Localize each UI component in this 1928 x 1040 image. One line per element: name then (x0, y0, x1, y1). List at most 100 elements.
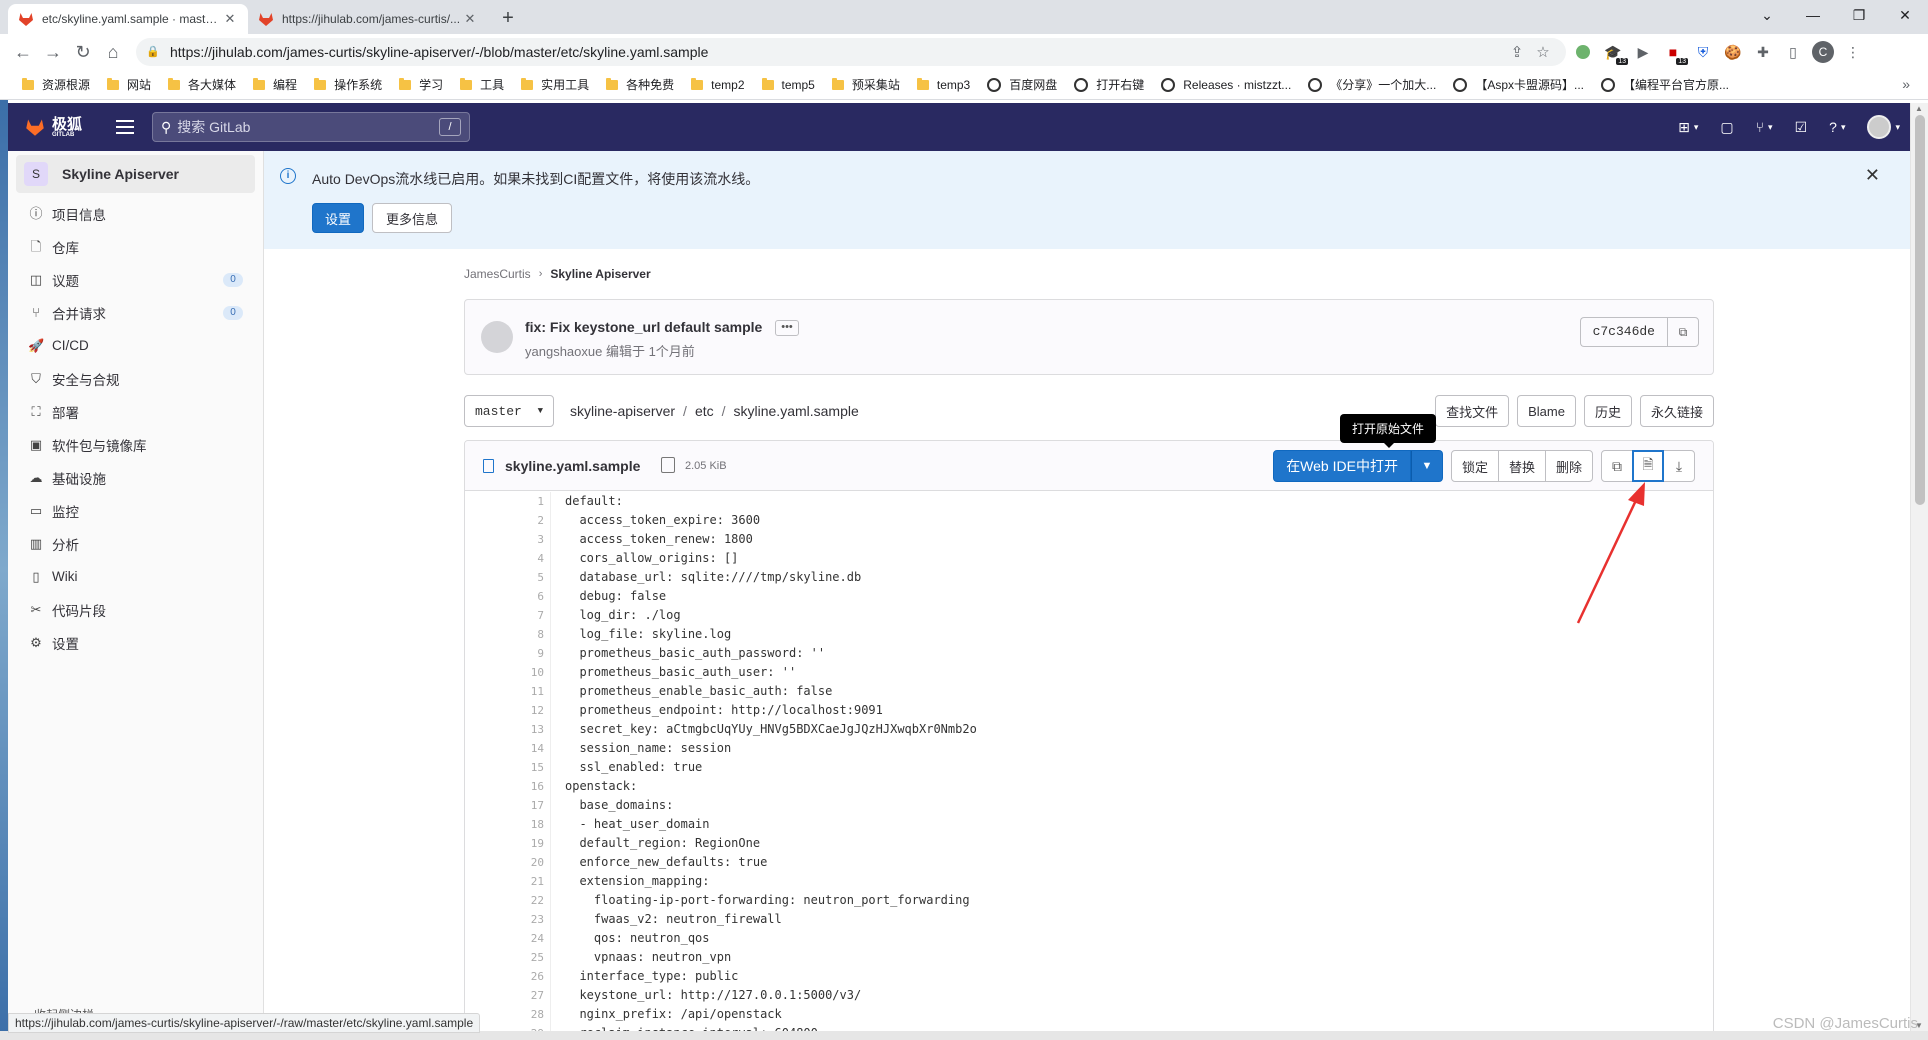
bookmark-item[interactable]: Releases · mistzzt... (1161, 77, 1291, 92)
extension-red-icon[interactable]: ■ 13 (1660, 39, 1688, 65)
back-icon[interactable]: ← (8, 37, 38, 67)
sidebar-item[interactable]: 🗋 仓库 (8, 230, 263, 263)
bookmark-item[interactable]: 学习 (399, 76, 443, 93)
permalink-button[interactable]: 永久链接 (1639, 395, 1714, 427)
scrollbar-thumb[interactable] (1915, 115, 1925, 505)
breadcrumb-owner[interactable]: JamesCurtis (464, 267, 531, 281)
line-number[interactable]: 11 (465, 682, 551, 701)
line-number[interactable]: 19 (465, 834, 551, 853)
extension-play-icon[interactable]: ▶ (1630, 39, 1656, 65)
bookmark-item[interactable]: 资源根源 (22, 76, 90, 93)
home-icon[interactable]: ⌂ (98, 37, 128, 67)
path-dir[interactable]: etc (695, 403, 714, 419)
sidebar-item[interactable]: ◫ 议题 0 (8, 263, 263, 296)
sidebar-item[interactable]: ⛉ 安全与合规 (8, 362, 263, 395)
bookmark-item[interactable]: 各大媒体 (168, 76, 236, 93)
address-bar[interactable]: 🔒 https://jihulab.com/james-curtis/skyli… (136, 38, 1566, 66)
bookmark-item[interactable]: 编程 (253, 76, 297, 93)
create-new-icon[interactable]: ⊞ ▾ (1678, 119, 1698, 136)
sidebar-item[interactable]: ▥ 分析 (8, 527, 263, 560)
line-number[interactable]: 15 (465, 758, 551, 777)
copy-path-icon[interactable] (661, 457, 675, 473)
sidebar-item[interactable]: ⛶ 部署 (8, 395, 263, 428)
line-number[interactable]: 14 (465, 739, 551, 758)
path-root[interactable]: skyline-apiserver (570, 403, 675, 419)
tab-close-icon[interactable]: ✕ (462, 11, 478, 27)
bookmark-item[interactable]: 【Aspx卡盟源码】... (1453, 76, 1584, 93)
bookmark-item[interactable]: 操作系统 (314, 76, 382, 93)
user-menu[interactable]: ▾ (1867, 115, 1900, 139)
line-number[interactable]: 4 (465, 549, 551, 568)
path-file[interactable]: skyline.yaml.sample (734, 403, 859, 419)
bookmark-item[interactable]: 预采集站 (831, 76, 900, 93)
line-number[interactable]: 10 (465, 663, 551, 682)
commit-sha[interactable]: c7c346de (1579, 317, 1667, 347)
profile-avatar[interactable]: C (1810, 39, 1836, 65)
line-number[interactable]: 18 (465, 815, 551, 834)
reload-icon[interactable]: ↻ (68, 37, 98, 67)
lock-icon[interactable]: 🔒 (146, 45, 160, 59)
sidebar-item[interactable]: ▣ 软件包与镜像库 (8, 428, 263, 461)
gitlab-search[interactable]: ⚲ / (152, 112, 471, 142)
commit-expand-button[interactable]: ••• (775, 320, 799, 336)
line-number[interactable]: 2 (465, 511, 551, 530)
bookmark-item[interactable]: temp3 (916, 77, 970, 92)
line-number[interactable]: 5 (465, 568, 551, 587)
bookmark-item[interactable]: 【编程平台官方原... (1601, 76, 1729, 93)
line-number[interactable]: 7 (465, 606, 551, 625)
merge-requests-header-icon[interactable]: ⑂ ▾ (1756, 119, 1773, 135)
banner-close-icon[interactable]: ✕ (1865, 165, 1880, 186)
line-number[interactable]: 26 (465, 967, 551, 986)
line-number[interactable]: 12 (465, 701, 551, 720)
breadcrumb-project[interactable]: Skyline Apiserver (550, 267, 650, 281)
sidebar-item[interactable]: ✂ 代码片段 (8, 593, 263, 626)
sidebar-item[interactable]: ⑂ 合并请求 0 (8, 296, 263, 329)
tab-search-icon[interactable]: ⌄ (1744, 0, 1790, 30)
extension-bitwarden-icon[interactable]: ⛨ (1690, 39, 1716, 65)
download-icon[interactable]: ⤓ (1663, 450, 1695, 482)
lock-button[interactable]: 锁定 (1450, 450, 1499, 482)
web-ide-dropdown-icon[interactable]: ▼ (1410, 450, 1443, 482)
sidebar-item[interactable]: ☁ 基础设施 (8, 461, 263, 494)
history-button[interactable]: 历史 (1583, 395, 1632, 427)
sidepanel-icon[interactable]: ▯ (1780, 39, 1806, 65)
branch-selector[interactable]: master ▼ (464, 395, 554, 427)
line-number[interactable]: 21 (465, 872, 551, 891)
address-url[interactable]: https://jihulab.com/james-curtis/skyline… (170, 44, 1504, 60)
line-number[interactable]: 13 (465, 720, 551, 739)
todos-header-icon[interactable]: ☑ (1795, 119, 1808, 136)
bookmark-item[interactable]: 百度网盘 (987, 76, 1057, 93)
open-raw-icon[interactable]: 🗎 (1632, 450, 1664, 482)
bookmark-item[interactable]: temp2 (691, 77, 745, 92)
restore-icon[interactable]: ❐ (1836, 0, 1882, 30)
line-number[interactable]: 16 (465, 777, 551, 796)
scroll-up-icon[interactable]: ▲ (1915, 104, 1923, 113)
sidebar-item[interactable]: 🚀 CI/CD (8, 329, 263, 362)
commit-title[interactable]: fix: Fix keystone_url default sample (525, 319, 762, 335)
bookmark-item[interactable]: 《分享》一个加大... (1308, 76, 1436, 93)
copy-contents-icon[interactable]: ⧉ (1601, 450, 1633, 482)
banner-more-info-button[interactable]: 更多信息 (372, 203, 452, 233)
extensions-puzzle-icon[interactable]: ✚ (1750, 39, 1776, 65)
sidebar-project-header[interactable]: S Skyline Apiserver (16, 155, 255, 193)
share-icon[interactable]: ⇪ (1504, 43, 1530, 61)
bookmark-item[interactable]: 网站 (107, 76, 151, 93)
forward-icon[interactable]: → (38, 37, 68, 67)
page-scrollbar[interactable]: ▲ ▼ (1910, 103, 1928, 1031)
bookmark-item[interactable]: 实用工具 (521, 76, 589, 93)
sidebar-item[interactable]: ▭ 监控 (8, 494, 263, 527)
replace-button[interactable]: 替换 (1497, 450, 1546, 482)
line-number[interactable]: 24 (465, 929, 551, 948)
delete-button[interactable]: 删除 (1544, 450, 1593, 482)
sidebar-item[interactable]: ▯ Wiki (8, 560, 263, 593)
bookmark-item[interactable]: temp5 (761, 77, 815, 92)
line-number[interactable]: 3 (465, 530, 551, 549)
browser-menu-icon[interactable]: ⋮ (1840, 39, 1866, 65)
search-input[interactable] (177, 119, 440, 135)
sidebar-item[interactable]: ⓘ 项目信息 (8, 197, 263, 230)
tab-close-icon[interactable]: ✕ (222, 11, 238, 27)
find-file-button[interactable]: 查找文件 (1435, 395, 1510, 427)
line-number[interactable]: 25 (465, 948, 551, 967)
help-icon[interactable]: ? ▾ (1829, 119, 1845, 135)
new-tab-button[interactable]: + (494, 5, 522, 33)
